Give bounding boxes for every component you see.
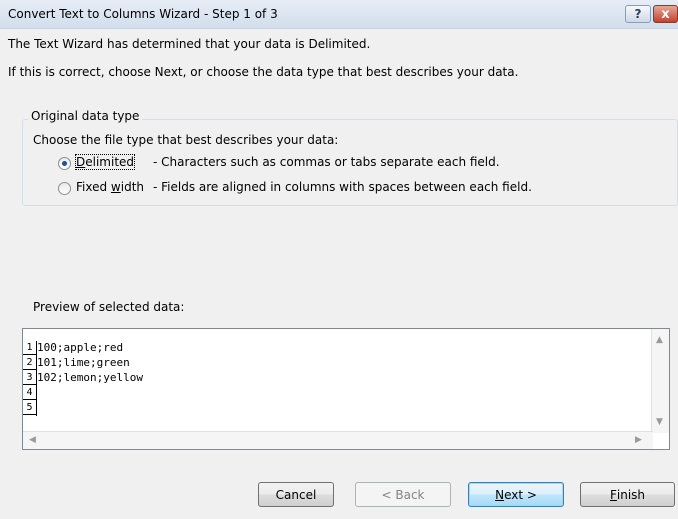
cancel-button[interactable]: Cancel bbox=[258, 482, 334, 507]
preview-row: 4 bbox=[23, 386, 653, 401]
row-text: 101;lime;green bbox=[37, 356, 130, 369]
window-title: Convert Text to Columns Wizard - Step 1 … bbox=[8, 7, 278, 21]
title-bar: Convert Text to Columns Wizard - Step 1 … bbox=[0, 0, 678, 29]
fixed-width-description: - Fields are aligned in columns with spa… bbox=[153, 180, 532, 194]
delimited-description: - Characters such as commas or tabs sepa… bbox=[153, 155, 500, 169]
delimited-label[interactable]: Delimited bbox=[74, 154, 136, 170]
close-icon: x bbox=[661, 6, 670, 22]
horizontal-scrollbar[interactable]: ◀ ▶ bbox=[23, 431, 653, 449]
row-number: 1 bbox=[23, 341, 36, 355]
file-type-prompt: Choose the file type that best describes… bbox=[33, 133, 339, 147]
intro-line-2: If this is correct, choose Next, or choo… bbox=[8, 65, 519, 79]
preview-label: Preview of selected data: bbox=[33, 300, 185, 314]
preview-row: 3 102;lemon;yellow bbox=[23, 371, 653, 386]
data-preview[interactable]: 1 100;apple;red 2 101;lime;green 3 102;l… bbox=[22, 328, 670, 450]
radio-selected-dot bbox=[62, 161, 67, 166]
row-number: 5 bbox=[23, 401, 36, 415]
preview-lines: 1 100;apple;red 2 101;lime;green 3 102;l… bbox=[23, 341, 653, 416]
help-icon: ? bbox=[634, 7, 642, 21]
fixed-width-label[interactable]: Fixed width bbox=[76, 180, 144, 194]
row-text: 102;lemon;yellow bbox=[37, 371, 143, 384]
row-number: 3 bbox=[23, 371, 36, 385]
preview-row: 2 101;lime;green bbox=[23, 356, 653, 371]
scroll-left-icon[interactable]: ◀ bbox=[29, 435, 36, 445]
scroll-down-icon[interactable]: ▼ bbox=[656, 417, 663, 427]
row-text: 100;apple;red bbox=[37, 341, 124, 354]
row-separator bbox=[36, 401, 37, 416]
preview-row: 5 bbox=[23, 401, 653, 416]
scroll-right-icon[interactable]: ▶ bbox=[635, 435, 642, 445]
scroll-up-icon[interactable]: ▲ bbox=[656, 335, 663, 345]
row-number: 4 bbox=[23, 386, 36, 400]
delimited-radio[interactable] bbox=[58, 157, 71, 170]
row-number: 2 bbox=[23, 356, 36, 370]
help-button[interactable]: ? bbox=[625, 5, 651, 23]
vertical-scrollbar[interactable]: ▲ ▼ bbox=[651, 329, 669, 433]
back-button[interactable]: < Back bbox=[355, 482, 451, 507]
next-button[interactable]: Next > bbox=[468, 482, 564, 507]
finish-button[interactable]: Finish bbox=[580, 482, 675, 507]
fixed-width-radio[interactable] bbox=[58, 182, 71, 195]
intro-line-1: The Text Wizard has determined that your… bbox=[8, 37, 371, 51]
close-button[interactable]: x bbox=[653, 5, 678, 23]
row-separator bbox=[36, 386, 37, 401]
group-legend: Original data type bbox=[28, 109, 143, 123]
preview-row: 1 100;apple;red bbox=[23, 341, 653, 356]
